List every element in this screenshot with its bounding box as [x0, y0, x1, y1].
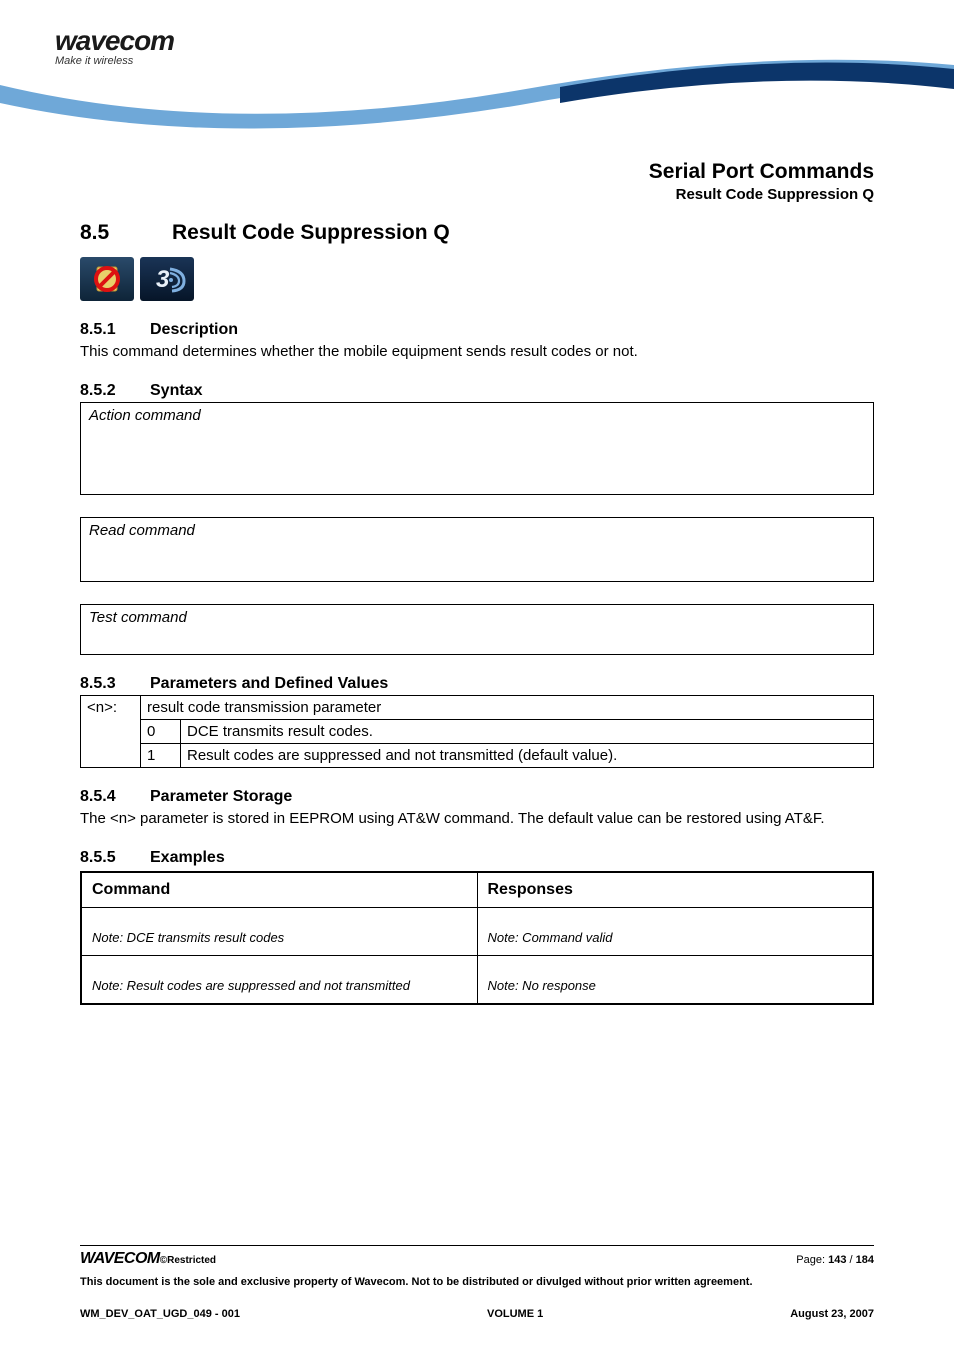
table-row: <n>: result code transmission parameter — [81, 696, 874, 720]
page-label: Page: — [796, 1254, 828, 1266]
applicability-icons: 3 — [80, 257, 874, 301]
param-desc: Result codes are suppressed and not tran… — [181, 744, 874, 768]
footer-date: August 23, 2007 — [790, 1308, 874, 1320]
footer-page: Page: 143 / 184 — [796, 1254, 874, 1266]
example-response-cell: Note: No response — [477, 956, 873, 1005]
section-heading: 8.5Result Code Suppression Q — [80, 221, 874, 245]
table-row: 0 DCE transmits result codes. — [81, 720, 874, 744]
param-value: 0 — [141, 720, 181, 744]
example-command-cell: Note: DCE transmits result codes — [81, 908, 477, 956]
no-sim-icon — [80, 257, 134, 301]
param-value: 1 — [141, 744, 181, 768]
section-title: Result Code Suppression Q — [172, 221, 450, 244]
storage-text: The <n> parameter is stored in EEPROM us… — [80, 808, 874, 829]
footer-row-top: WAVECOM©Restricted Page: 143 / 184 — [80, 1250, 874, 1268]
example-note: Note: Result codes are suppressed and no… — [92, 978, 467, 993]
description-text: This command determines whether the mobi… — [80, 341, 874, 362]
page-header: wavecom Make it wireless — [0, 0, 954, 145]
examples-col-command: Command — [81, 872, 477, 908]
table-row: Note: DCE transmits result codes Note: C… — [81, 908, 873, 956]
footer-row-bottom: WM_DEV_OAT_UGD_049 - 001 VOLUME 1 August… — [80, 1308, 874, 1320]
table-row: 1 Result codes are suppressed and not tr… — [81, 744, 874, 768]
param-key-desc: result code transmission parameter — [141, 696, 874, 720]
example-response-cell: Note: Command valid — [477, 908, 873, 956]
footer-disclaimer: This document is the sole and exclusive … — [80, 1276, 874, 1288]
subsection-title: Syntax — [150, 382, 202, 399]
footer-rule — [80, 1245, 874, 1246]
example-note: Note: No response — [488, 978, 863, 993]
subsection-syntax-heading: 8.5.2Syntax — [80, 382, 874, 400]
read-command-box: Read command — [80, 517, 874, 582]
subsection-title: Examples — [150, 849, 225, 866]
footer-logo-text: WAVECOM — [80, 1250, 160, 1267]
subsection-number: 8.5.5 — [80, 849, 150, 867]
page-footer: WAVECOM©Restricted Page: 143 / 184 This … — [80, 1245, 874, 1320]
subsection-number: 8.5.2 — [80, 382, 150, 400]
logo-text: wavecom — [55, 25, 174, 57]
example-command-cell: Note: Result codes are suppressed and no… — [81, 956, 477, 1005]
params-table: <n>: result code transmission parameter … — [80, 695, 874, 768]
subsection-params-heading: 8.5.3Parameters and Defined Values — [80, 675, 874, 693]
example-note: Note: DCE transmits result codes — [92, 930, 467, 945]
subsection-title: Parameter Storage — [150, 788, 292, 805]
section-subtitle: Result Code Suppression Q — [0, 186, 874, 203]
subsection-number: 8.5.3 — [80, 675, 150, 693]
subsection-title: Description — [150, 321, 238, 338]
action-command-title: Action command — [89, 407, 865, 424]
action-command-box: Action command — [80, 402, 874, 495]
table-header-row: Command Responses — [81, 872, 873, 908]
chapter-title: Serial Port Commands — [0, 160, 874, 184]
page-content: 8.5Result Code Suppression Q 3 8.5.1Desc… — [0, 221, 954, 1005]
param-key: <n>: — [81, 696, 141, 768]
page-total: 184 — [856, 1254, 874, 1266]
examples-col-responses: Responses — [477, 872, 873, 908]
page-current: 143 — [828, 1254, 846, 1266]
subsection-examples-heading: 8.5.5Examples — [80, 849, 874, 867]
footer-doc-id: WM_DEV_OAT_UGD_049 - 001 — [80, 1308, 240, 1320]
subsection-title: Parameters and Defined Values — [150, 675, 388, 692]
footer-brand: WAVECOM©Restricted — [80, 1250, 216, 1268]
test-command-box: Test command — [80, 604, 874, 655]
subsection-description-heading: 8.5.1Description — [80, 321, 874, 339]
subsection-number: 8.5.1 — [80, 321, 150, 339]
subsection-number: 8.5.4 — [80, 788, 150, 806]
subsection-storage-heading: 8.5.4Parameter Storage — [80, 788, 874, 806]
header-swoosh-graphic — [0, 55, 954, 145]
read-command-title: Read command — [89, 522, 865, 539]
footer-restricted: ©Restricted — [160, 1255, 216, 1266]
example-note: Note: Command valid — [488, 930, 863, 945]
threeg-icon: 3 — [140, 257, 194, 301]
svg-text:3: 3 — [156, 266, 170, 293]
section-number: 8.5 — [80, 221, 172, 245]
test-command-title: Test command — [89, 609, 865, 626]
examples-table: Command Responses Note: DCE transmits re… — [80, 871, 874, 1005]
footer-volume: VOLUME 1 — [487, 1308, 543, 1320]
page-sep: / — [846, 1254, 855, 1266]
param-desc: DCE transmits result codes. — [181, 720, 874, 744]
table-row: Note: Result codes are suppressed and no… — [81, 956, 873, 1005]
